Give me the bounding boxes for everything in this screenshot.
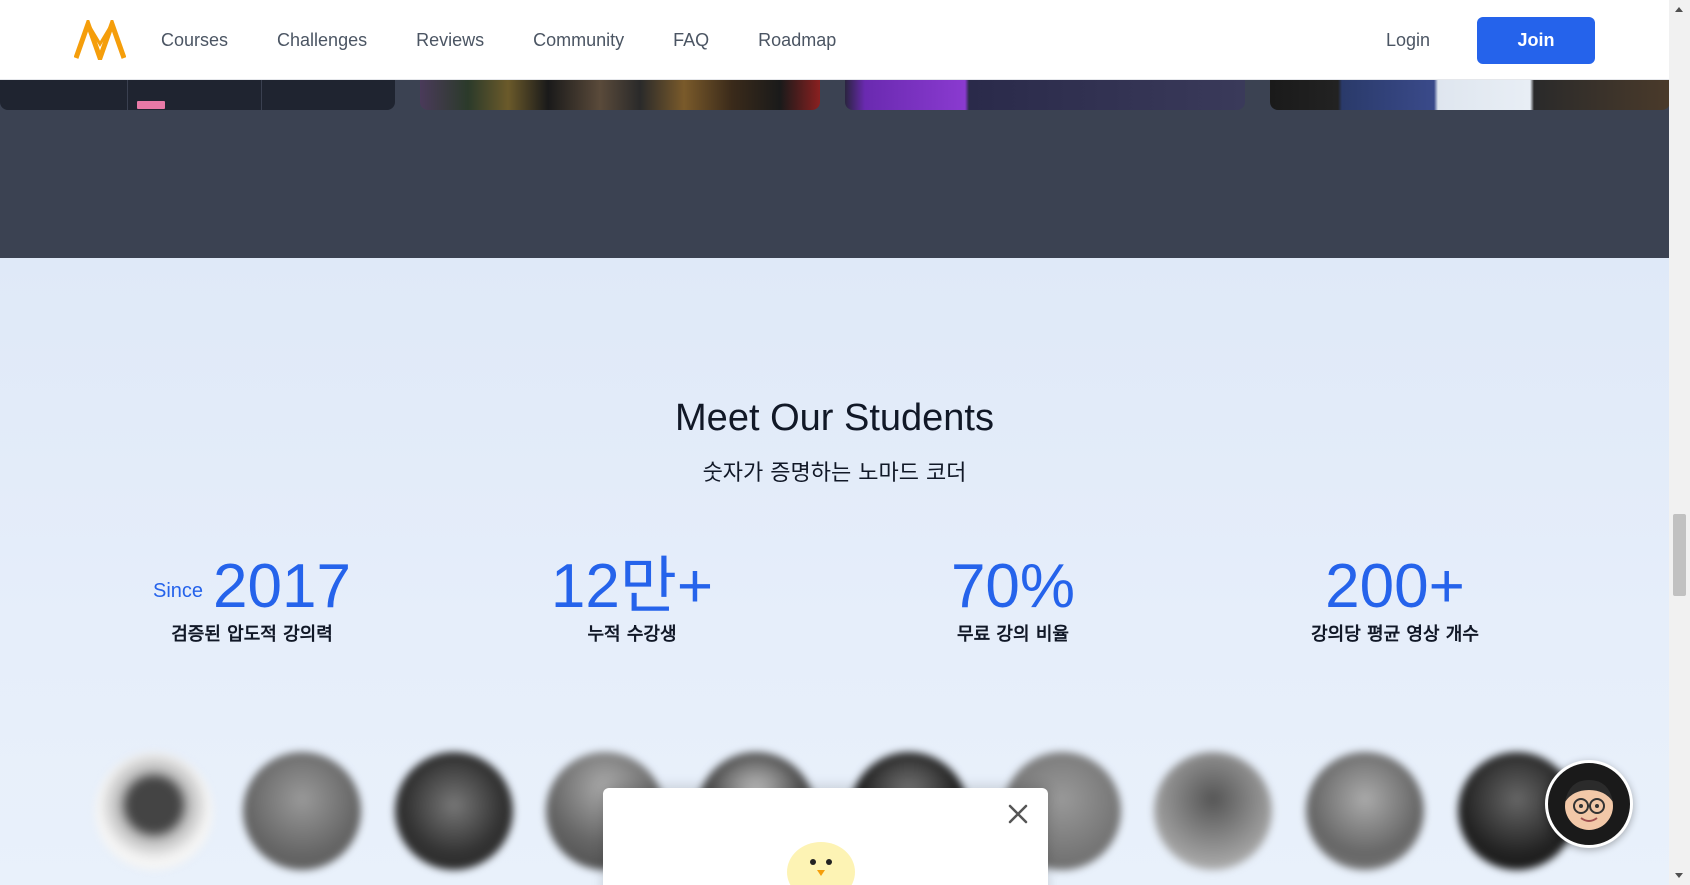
section-title: Meet Our Students [675,397,994,439]
stat-value: Since 2017 [153,552,351,621]
student-avatar [1306,752,1424,870]
main-nav: Courses Challenges Reviews Community FAQ… [161,0,885,80]
course-thumbnail[interactable] [420,80,820,110]
stat-since: Since 2017 검증된 압도적 강의력 [62,556,442,646]
nav-community[interactable]: Community [533,30,624,51]
stat-value: 200+ [1325,552,1465,621]
student-avatar [1154,752,1272,870]
course-thumbnail[interactable] [1270,80,1670,110]
stat-prefix: Since [153,580,204,602]
scroll-thumb[interactable] [1673,514,1686,596]
scroll-down-icon[interactable] [1675,873,1683,878]
stat-label: 강의당 평균 영상 개수 [1311,624,1479,645]
nav-faq[interactable]: FAQ [673,30,709,51]
close-icon[interactable] [1006,802,1030,826]
scroll-up-icon[interactable] [1675,7,1683,12]
page-scrollbar[interactable] [1669,0,1690,885]
stat-free-ratio: 70% 무료 강의 비율 [823,556,1203,646]
join-button[interactable]: Join [1477,17,1595,64]
stat-label: 누적 수강생 [587,624,677,645]
student-avatar [243,752,361,870]
nomad-coders-logo-icon[interactable] [74,20,126,60]
stat-label: 무료 강의 비율 [957,624,1069,645]
nav-roadmap[interactable]: Roadmap [758,30,836,51]
promo-popup [603,788,1048,885]
login-link[interactable]: Login [1386,30,1430,51]
student-avatar [95,752,213,870]
chat-launcher[interactable] [1545,760,1633,848]
chick-icon [787,842,855,885]
stat-label: 검증된 압도적 강의력 [171,624,333,645]
student-avatar [395,752,513,870]
course-thumbnail[interactable] [845,80,1245,110]
stat-videos: 200+ 강의당 평균 영상 개수 [1205,556,1585,646]
nav-challenges[interactable]: Challenges [277,30,367,51]
site-header: Courses Challenges Reviews Community FAQ… [0,0,1669,80]
stat-value: 70% [950,552,1076,621]
nav-courses[interactable]: Courses [161,30,228,51]
section-subtitle: 숫자가 증명하는 노마드 코더 [702,461,967,486]
stat-value: 12만+ [550,552,714,621]
chat-avatar-icon [1565,780,1613,830]
stat-students: 12만+ 누적 수강생 [442,556,822,646]
nav-reviews[interactable]: Reviews [416,30,484,51]
course-thumbnail[interactable] [0,80,395,110]
